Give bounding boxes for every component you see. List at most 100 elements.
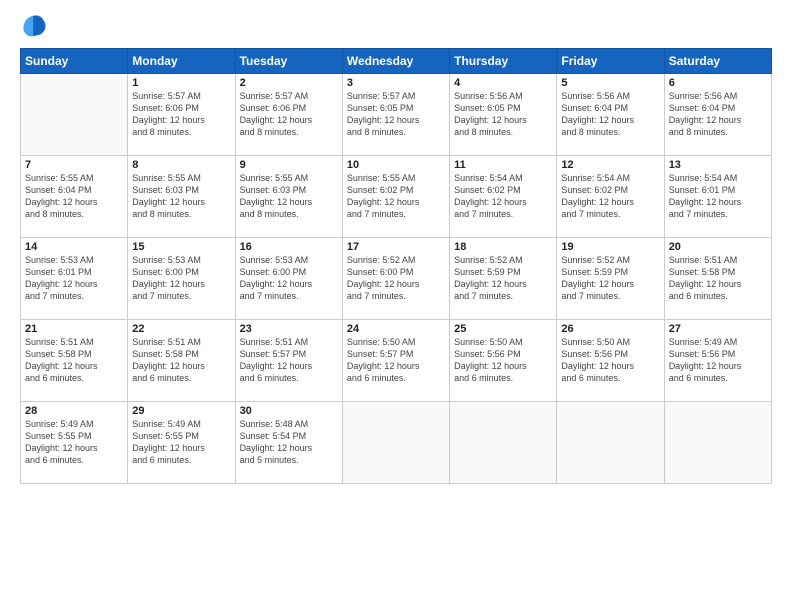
weekday-header-tuesday: Tuesday	[235, 49, 342, 74]
day-number: 6	[669, 77, 767, 89]
week-row-1: 1Sunrise: 5:57 AM Sunset: 6:06 PM Daylig…	[21, 74, 772, 156]
day-info: Sunrise: 5:55 AM Sunset: 6:02 PM Dayligh…	[347, 172, 445, 221]
calendar-cell: 14Sunrise: 5:53 AM Sunset: 6:01 PM Dayli…	[21, 238, 128, 320]
weekday-header-sunday: Sunday	[21, 49, 128, 74]
day-info: Sunrise: 5:48 AM Sunset: 5:54 PM Dayligh…	[240, 418, 338, 467]
calendar-cell: 17Sunrise: 5:52 AM Sunset: 6:00 PM Dayli…	[342, 238, 449, 320]
day-number: 12	[561, 159, 659, 171]
day-info: Sunrise: 5:50 AM Sunset: 5:57 PM Dayligh…	[347, 336, 445, 385]
day-number: 28	[25, 405, 123, 417]
day-number: 18	[454, 241, 552, 253]
day-info: Sunrise: 5:57 AM Sunset: 6:05 PM Dayligh…	[347, 90, 445, 139]
weekday-header-saturday: Saturday	[664, 49, 771, 74]
day-info: Sunrise: 5:57 AM Sunset: 6:06 PM Dayligh…	[240, 90, 338, 139]
day-number: 26	[561, 323, 659, 335]
weekday-header-monday: Monday	[128, 49, 235, 74]
calendar-cell: 18Sunrise: 5:52 AM Sunset: 5:59 PM Dayli…	[450, 238, 557, 320]
calendar-cell: 6Sunrise: 5:56 AM Sunset: 6:04 PM Daylig…	[664, 74, 771, 156]
day-number: 17	[347, 241, 445, 253]
day-number: 8	[132, 159, 230, 171]
calendar-cell: 10Sunrise: 5:55 AM Sunset: 6:02 PM Dayli…	[342, 156, 449, 238]
day-number: 4	[454, 77, 552, 89]
day-info: Sunrise: 5:52 AM Sunset: 6:00 PM Dayligh…	[347, 254, 445, 303]
day-number: 9	[240, 159, 338, 171]
calendar-cell: 19Sunrise: 5:52 AM Sunset: 5:59 PM Dayli…	[557, 238, 664, 320]
day-info: Sunrise: 5:54 AM Sunset: 6:02 PM Dayligh…	[561, 172, 659, 221]
calendar-cell: 3Sunrise: 5:57 AM Sunset: 6:05 PM Daylig…	[342, 74, 449, 156]
calendar: SundayMondayTuesdayWednesdayThursdayFrid…	[20, 48, 772, 484]
day-info: Sunrise: 5:53 AM Sunset: 6:00 PM Dayligh…	[132, 254, 230, 303]
week-row-5: 28Sunrise: 5:49 AM Sunset: 5:55 PM Dayli…	[21, 402, 772, 484]
day-info: Sunrise: 5:56 AM Sunset: 6:04 PM Dayligh…	[561, 90, 659, 139]
day-number: 25	[454, 323, 552, 335]
day-number: 14	[25, 241, 123, 253]
day-info: Sunrise: 5:56 AM Sunset: 6:05 PM Dayligh…	[454, 90, 552, 139]
calendar-cell: 2Sunrise: 5:57 AM Sunset: 6:06 PM Daylig…	[235, 74, 342, 156]
day-info: Sunrise: 5:51 AM Sunset: 5:57 PM Dayligh…	[240, 336, 338, 385]
header-area	[20, 16, 772, 40]
calendar-cell	[342, 402, 449, 484]
day-number: 22	[132, 323, 230, 335]
week-row-4: 21Sunrise: 5:51 AM Sunset: 5:58 PM Dayli…	[21, 320, 772, 402]
day-info: Sunrise: 5:51 AM Sunset: 5:58 PM Dayligh…	[25, 336, 123, 385]
day-info: Sunrise: 5:50 AM Sunset: 5:56 PM Dayligh…	[561, 336, 659, 385]
calendar-cell: 21Sunrise: 5:51 AM Sunset: 5:58 PM Dayli…	[21, 320, 128, 402]
day-info: Sunrise: 5:56 AM Sunset: 6:04 PM Dayligh…	[669, 90, 767, 139]
day-info: Sunrise: 5:53 AM Sunset: 6:01 PM Dayligh…	[25, 254, 123, 303]
day-info: Sunrise: 5:50 AM Sunset: 5:56 PM Dayligh…	[454, 336, 552, 385]
day-info: Sunrise: 5:57 AM Sunset: 6:06 PM Dayligh…	[132, 90, 230, 139]
day-number: 30	[240, 405, 338, 417]
day-number: 2	[240, 77, 338, 89]
calendar-cell: 29Sunrise: 5:49 AM Sunset: 5:55 PM Dayli…	[128, 402, 235, 484]
calendar-cell: 12Sunrise: 5:54 AM Sunset: 6:02 PM Dayli…	[557, 156, 664, 238]
calendar-cell: 11Sunrise: 5:54 AM Sunset: 6:02 PM Dayli…	[450, 156, 557, 238]
day-info: Sunrise: 5:52 AM Sunset: 5:59 PM Dayligh…	[454, 254, 552, 303]
day-info: Sunrise: 5:53 AM Sunset: 6:00 PM Dayligh…	[240, 254, 338, 303]
day-number: 21	[25, 323, 123, 335]
logo-icon	[20, 12, 48, 40]
calendar-cell	[664, 402, 771, 484]
calendar-cell: 4Sunrise: 5:56 AM Sunset: 6:05 PM Daylig…	[450, 74, 557, 156]
calendar-cell: 30Sunrise: 5:48 AM Sunset: 5:54 PM Dayli…	[235, 402, 342, 484]
day-info: Sunrise: 5:52 AM Sunset: 5:59 PM Dayligh…	[561, 254, 659, 303]
day-info: Sunrise: 5:51 AM Sunset: 5:58 PM Dayligh…	[132, 336, 230, 385]
calendar-cell: 28Sunrise: 5:49 AM Sunset: 5:55 PM Dayli…	[21, 402, 128, 484]
calendar-cell: 26Sunrise: 5:50 AM Sunset: 5:56 PM Dayli…	[557, 320, 664, 402]
calendar-cell: 13Sunrise: 5:54 AM Sunset: 6:01 PM Dayli…	[664, 156, 771, 238]
calendar-cell: 7Sunrise: 5:55 AM Sunset: 6:04 PM Daylig…	[21, 156, 128, 238]
day-number: 13	[669, 159, 767, 171]
day-number: 10	[347, 159, 445, 171]
calendar-cell: 9Sunrise: 5:55 AM Sunset: 6:03 PM Daylig…	[235, 156, 342, 238]
weekday-header-friday: Friday	[557, 49, 664, 74]
day-info: Sunrise: 5:49 AM Sunset: 5:55 PM Dayligh…	[132, 418, 230, 467]
day-info: Sunrise: 5:55 AM Sunset: 6:03 PM Dayligh…	[132, 172, 230, 221]
calendar-cell: 8Sunrise: 5:55 AM Sunset: 6:03 PM Daylig…	[128, 156, 235, 238]
weekday-header-wednesday: Wednesday	[342, 49, 449, 74]
calendar-cell: 25Sunrise: 5:50 AM Sunset: 5:56 PM Dayli…	[450, 320, 557, 402]
day-number: 19	[561, 241, 659, 253]
week-row-3: 14Sunrise: 5:53 AM Sunset: 6:01 PM Dayli…	[21, 238, 772, 320]
calendar-cell: 23Sunrise: 5:51 AM Sunset: 5:57 PM Dayli…	[235, 320, 342, 402]
day-number: 29	[132, 405, 230, 417]
day-info: Sunrise: 5:49 AM Sunset: 5:56 PM Dayligh…	[669, 336, 767, 385]
day-info: Sunrise: 5:54 AM Sunset: 6:02 PM Dayligh…	[454, 172, 552, 221]
day-info: Sunrise: 5:55 AM Sunset: 6:03 PM Dayligh…	[240, 172, 338, 221]
logo	[20, 16, 48, 40]
calendar-cell: 1Sunrise: 5:57 AM Sunset: 6:06 PM Daylig…	[128, 74, 235, 156]
day-number: 5	[561, 77, 659, 89]
day-number: 27	[669, 323, 767, 335]
day-number: 23	[240, 323, 338, 335]
calendar-cell: 15Sunrise: 5:53 AM Sunset: 6:00 PM Dayli…	[128, 238, 235, 320]
weekday-header-thursday: Thursday	[450, 49, 557, 74]
day-number: 3	[347, 77, 445, 89]
day-info: Sunrise: 5:51 AM Sunset: 5:58 PM Dayligh…	[669, 254, 767, 303]
calendar-cell: 20Sunrise: 5:51 AM Sunset: 5:58 PM Dayli…	[664, 238, 771, 320]
day-number: 24	[347, 323, 445, 335]
calendar-cell: 27Sunrise: 5:49 AM Sunset: 5:56 PM Dayli…	[664, 320, 771, 402]
day-info: Sunrise: 5:49 AM Sunset: 5:55 PM Dayligh…	[25, 418, 123, 467]
day-number: 11	[454, 159, 552, 171]
day-number: 15	[132, 241, 230, 253]
week-row-2: 7Sunrise: 5:55 AM Sunset: 6:04 PM Daylig…	[21, 156, 772, 238]
day-info: Sunrise: 5:55 AM Sunset: 6:04 PM Dayligh…	[25, 172, 123, 221]
day-number: 16	[240, 241, 338, 253]
